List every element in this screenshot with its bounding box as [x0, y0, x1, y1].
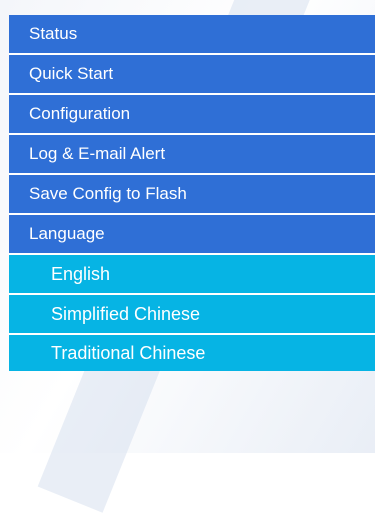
submenu-item-label: English	[51, 263, 111, 284]
menu-item-label: Language	[29, 224, 105, 243]
menu-item-language[interactable]: Language	[9, 215, 375, 255]
menu-item-configuration[interactable]: Configuration	[9, 95, 375, 135]
submenu-item-label: Traditional Chinese	[51, 342, 206, 363]
submenu-item-label: Simplified Chinese	[51, 303, 201, 324]
menu-item-status[interactable]: Status	[9, 15, 375, 55]
menu-item-label: Quick Start	[29, 64, 114, 83]
menu-item-label: Configuration	[29, 104, 131, 123]
submenu-item-simplified-chinese[interactable]: Simplified Chinese	[9, 295, 375, 335]
menu-item-log-email-alert[interactable]: Log & E-mail Alert	[9, 135, 375, 175]
sidebar-menu: Status Quick Start Configuration Log & E…	[9, 15, 375, 371]
menu-item-label: Save Config to Flash	[29, 184, 187, 203]
menu-item-label: Log & E-mail Alert	[29, 144, 166, 163]
menu-item-label: Status	[29, 24, 78, 43]
submenu-item-traditional-chinese[interactable]: Traditional Chinese	[9, 335, 375, 371]
menu-item-quick-start[interactable]: Quick Start	[9, 55, 375, 95]
submenu-item-english[interactable]: English	[9, 255, 375, 295]
menu-item-save-config[interactable]: Save Config to Flash	[9, 175, 375, 215]
